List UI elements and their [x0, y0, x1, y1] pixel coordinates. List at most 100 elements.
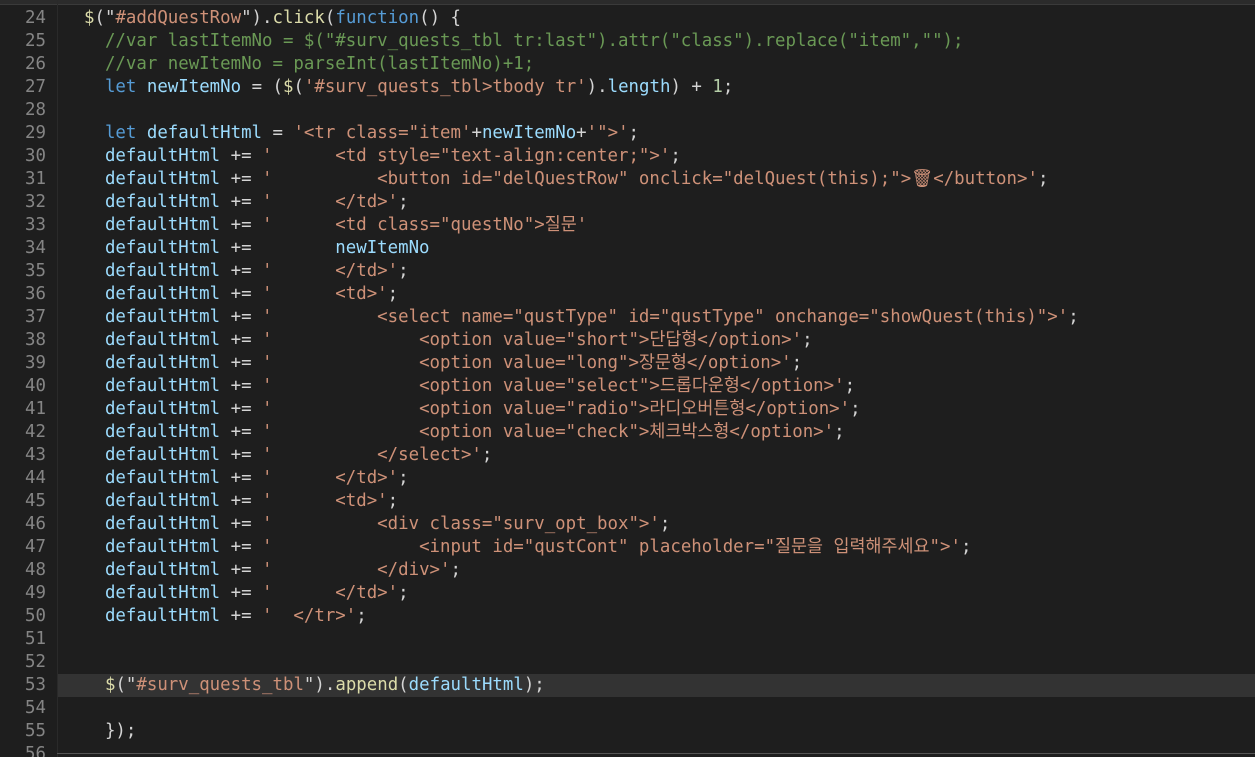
code-token: +=	[220, 445, 263, 465]
code-line[interactable]: 32 defaultHtml += ' </td>';	[0, 191, 1255, 214]
line-code[interactable]: defaultHtml += ' </select>';	[58, 444, 1255, 467]
code-token: );	[523, 675, 545, 695]
code-token: defaultHtml	[104, 537, 221, 557]
code-line[interactable]: 38 defaultHtml += ' <option value="short…	[0, 329, 1255, 352]
line-number: 55	[25, 721, 46, 741]
code-line[interactable]: 51	[0, 628, 1255, 651]
code-line[interactable]: 50 defaultHtml += ' </tr>';	[0, 605, 1255, 628]
line-number: 34	[25, 238, 46, 258]
line-code[interactable]: defaultHtml += ' </div>';	[58, 559, 1255, 582]
code-token: +=	[220, 238, 336, 258]
line-number: 46	[25, 514, 46, 534]
line-code[interactable]: defaultHtml += ' <select name="qustType"…	[58, 306, 1255, 329]
line-code[interactable]: defaultHtml += ' <td>';	[58, 283, 1255, 306]
line-code[interactable]: defaultHtml += ' </tr>';	[58, 605, 1255, 628]
line-code[interactable]	[58, 628, 1255, 651]
line-code[interactable]: defaultHtml += ' </td>';	[58, 260, 1255, 283]
line-code[interactable]: });	[58, 720, 1255, 743]
line-code[interactable]: let defaultHtml = '<tr class="item'+newI…	[58, 122, 1255, 145]
code-token: (	[398, 675, 409, 695]
line-code[interactable]: $("#surv_quests_tbl").append(defaultHtml…	[58, 674, 1255, 697]
line-code[interactable]: defaultHtml += ' <div class="surv_opt_bo…	[58, 513, 1255, 536]
code-token: ' <option value="long">장문형</option>'	[262, 353, 792, 373]
code-line[interactable]: 33 defaultHtml += ' <td class="questNo">…	[0, 214, 1255, 237]
code-token: ' <button id="delQuestRow" onclick="delQ…	[262, 169, 1038, 189]
code-line[interactable]: 26 //var newItemNo = parseInt(lastItemNo…	[0, 53, 1255, 76]
code-line[interactable]: 25 //var lastItemNo = $("#surv_quests_tb…	[0, 30, 1255, 53]
code-line[interactable]: 49 defaultHtml += ' </td>';	[0, 582, 1255, 605]
code-token: click	[272, 8, 325, 28]
code-line[interactable]: 37 defaultHtml += ' <select name="qustTy…	[0, 306, 1255, 329]
line-code[interactable]: defaultHtml += ' <td class="questNo">질문'	[58, 214, 1255, 237]
code-token: ("	[94, 8, 116, 28]
line-code[interactable]: defaultHtml += ' <option value="long">장문…	[58, 352, 1255, 375]
code-line[interactable]: 44 defaultHtml += ' </td>';	[0, 467, 1255, 490]
line-code[interactable]	[58, 743, 1255, 757]
code-token: ;	[398, 192, 409, 212]
line-code[interactable]: defaultHtml += newItemNo	[58, 237, 1255, 260]
code-line[interactable]: 39 defaultHtml += ' <option value="long"…	[0, 352, 1255, 375]
line-code[interactable]: defaultHtml += ' <option value="radio">라…	[58, 398, 1255, 421]
code-lines[interactable]: 24 $("#addQuestRow").click(function() {25…	[0, 7, 1255, 757]
line-code[interactable]: defaultHtml += ' <option value="check">체…	[58, 421, 1255, 444]
line-code[interactable]	[58, 651, 1255, 674]
code-token: +=	[220, 307, 263, 327]
line-number: 43	[25, 445, 46, 465]
line-number: 44	[25, 468, 46, 488]
code-token: ' <td>'	[262, 491, 388, 511]
line-code[interactable]	[58, 99, 1255, 122]
code-token: +=	[220, 583, 263, 603]
line-code[interactable]: //var newItemNo = parseInt(lastItemNo)+1…	[58, 53, 1255, 76]
code-line[interactable]: 53 $("#surv_quests_tbl").append(defaultH…	[0, 674, 1255, 697]
line-code[interactable]: defaultHtml += ' <input id="qustCont" pl…	[58, 536, 1255, 559]
code-line[interactable]: 36 defaultHtml += ' <td>';	[0, 283, 1255, 306]
code-line[interactable]: 54	[0, 697, 1255, 720]
code-line[interactable]: 34 defaultHtml += newItemNo	[0, 237, 1255, 260]
code-line[interactable]: 27 let newItemNo = ($('#surv_quests_tbl>…	[0, 76, 1255, 99]
code-token: defaultHtml	[104, 146, 221, 166]
code-line[interactable]: 41 defaultHtml += ' <option value="radio…	[0, 398, 1255, 421]
line-code[interactable]: defaultHtml += ' <td>';	[58, 490, 1255, 513]
line-number: 29	[25, 123, 46, 143]
line-number: 33	[25, 215, 46, 235]
code-editor[interactable]: 24 $("#addQuestRow").click(function() {25…	[0, 0, 1255, 757]
code-line[interactable]: 40 defaultHtml += ' <option value="selec…	[0, 375, 1255, 398]
code-token: ;	[398, 468, 409, 488]
code-line[interactable]: 42 defaultHtml += ' <option value="check…	[0, 421, 1255, 444]
code-line[interactable]: 35 defaultHtml += ' </td>';	[0, 260, 1255, 283]
line-code[interactable]: $("#addQuestRow").click(function() {	[58, 7, 1255, 30]
line-number: 38	[25, 330, 46, 350]
code-line[interactable]: 56	[0, 743, 1255, 757]
code-line[interactable]: 48 defaultHtml += ' </div>';	[0, 559, 1255, 582]
line-code[interactable]: defaultHtml += ' <button id="delQuestRow…	[58, 168, 1255, 191]
line-code[interactable]	[58, 697, 1255, 720]
code-line[interactable]: 46 defaultHtml += ' <div class="surv_opt…	[0, 513, 1255, 536]
code-line[interactable]: 47 defaultHtml += ' <input id="qustCont"…	[0, 536, 1255, 559]
line-code[interactable]: let newItemNo = ($('#surv_quests_tbl>tbo…	[58, 76, 1255, 99]
code-line[interactable]: 28	[0, 99, 1255, 122]
code-token: +=	[220, 422, 263, 442]
line-code[interactable]: defaultHtml += ' </td>';	[58, 191, 1255, 214]
code-token: ' <td style="text-align:center;">'	[262, 146, 671, 166]
line-code[interactable]: //var lastItemNo = $("#surv_quests_tbl t…	[58, 30, 1255, 53]
code-token: ;	[722, 77, 734, 97]
code-line[interactable]: 55 });	[0, 720, 1255, 743]
code-line[interactable]: 45 defaultHtml += ' <td>';	[0, 490, 1255, 513]
line-code[interactable]: defaultHtml += ' <option value="short">단…	[58, 329, 1255, 352]
code-line[interactable]: 24 $("#addQuestRow").click(function() {	[0, 7, 1255, 30]
line-code[interactable]: defaultHtml += ' <td style="text-align:c…	[58, 145, 1255, 168]
line-code[interactable]: defaultHtml += ' </td>';	[58, 582, 1255, 605]
line-code[interactable]: defaultHtml += ' <option value="select">…	[58, 375, 1255, 398]
code-line[interactable]: 52	[0, 651, 1255, 674]
code-token: //var newItemNo = parseInt(lastItemNo)+1…	[104, 54, 535, 74]
code-token: defaultHtml	[104, 468, 221, 488]
code-token: ;	[398, 261, 409, 281]
code-line[interactable]: 31 defaultHtml += ' <button id="delQuest…	[0, 168, 1255, 191]
code-line[interactable]: 30 defaultHtml += ' <td style="text-alig…	[0, 145, 1255, 168]
code-line[interactable]: 43 defaultHtml += ' </select>';	[0, 444, 1255, 467]
line-number: 53	[25, 675, 46, 695]
line-code[interactable]: defaultHtml += ' </td>';	[58, 467, 1255, 490]
code-line[interactable]: 29 let defaultHtml = '<tr class="item'+n…	[0, 122, 1255, 145]
